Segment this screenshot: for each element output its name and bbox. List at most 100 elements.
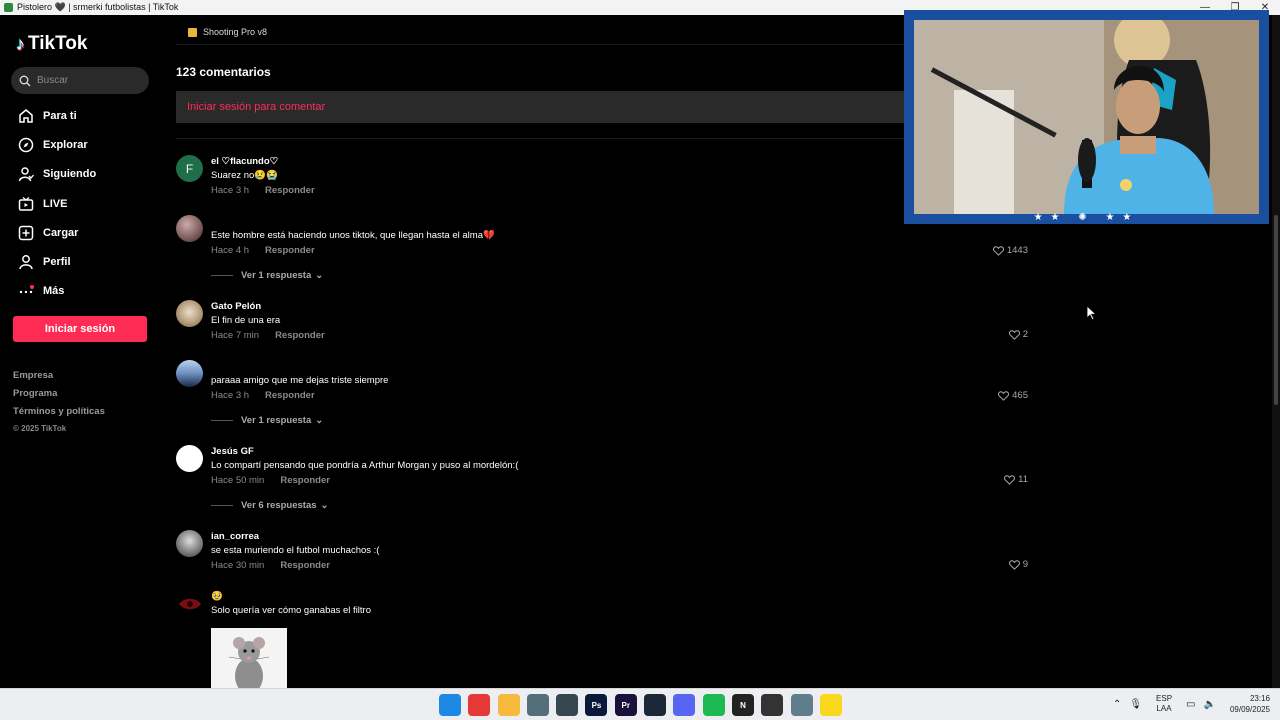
sticky-notes-icon[interactable]: [819, 694, 842, 716]
gallery-icon[interactable]: [526, 694, 549, 716]
notion-icon[interactable]: N: [731, 694, 754, 716]
view-replies-button[interactable]: Ver 6 respuestas ⌄: [211, 500, 329, 511]
divider: [211, 420, 233, 421]
heart-icon: [992, 245, 1004, 256]
chrome-icon[interactable]: [468, 694, 491, 716]
sidebar-item-siguiendo[interactable]: Siguiendo: [0, 160, 165, 189]
sidebar-item-label: Perfil: [43, 256, 71, 269]
heart-icon: [1008, 329, 1020, 340]
system-tray: ⌃ 🎙 ESP LAA ▭ 🔈 23:16 09/09/2025: [1109, 693, 1270, 715]
like-button[interactable]: 1443: [992, 245, 1028, 256]
window-title: Pistolero 🖤 | srmerki futbolistas | TikT…: [17, 2, 179, 12]
search-input[interactable]: [37, 75, 137, 86]
steelseries-icon[interactable]: [761, 694, 784, 716]
login-to-comment-label: Iniciar sesión para comentar: [187, 101, 326, 113]
effect-icon: [188, 27, 197, 37]
live-icon: [17, 195, 34, 212]
sidebar-item-explorar[interactable]: Explorar: [0, 130, 165, 159]
sidebar-item-live[interactable]: LIVE: [0, 189, 165, 218]
like-button[interactable]: 465: [998, 390, 1028, 401]
effect-chip[interactable]: Shooting Pro v8: [188, 27, 267, 37]
avatar[interactable]: [176, 300, 203, 327]
language-indicator[interactable]: ESP LAA: [1156, 694, 1172, 714]
taskbar: Ps Pr N ⌃ 🎙 ESP LAA ▭ 🔈 23:16 09/09/2025: [0, 688, 1280, 720]
like-count: 2: [1022, 329, 1028, 340]
avatar[interactable]: F: [176, 155, 203, 182]
chevron-down-icon: ⌄: [320, 500, 329, 511]
comment-text: se esta muriendo el futbol muchachos :(: [211, 545, 380, 556]
avatar[interactable]: [176, 215, 203, 242]
display-icon[interactable]: ▭: [1186, 699, 1195, 710]
logo-text: TikTok: [28, 33, 88, 54]
like-button[interactable]: 2: [1008, 329, 1028, 340]
sidebar-item-perfil[interactable]: Perfil: [0, 247, 165, 276]
upload-icon: [17, 224, 34, 241]
search-box[interactable]: [11, 67, 149, 94]
avatar[interactable]: [176, 445, 203, 472]
steam-icon[interactable]: [644, 694, 667, 716]
sidebar-item-label: Más: [43, 285, 65, 298]
footer-link-empresa[interactable]: Empresa: [13, 370, 105, 388]
comment-username[interactable]: el ♡flacundo♡: [211, 155, 991, 169]
compass-icon: [17, 136, 34, 153]
effect-chip-label: Shooting Pro v8: [203, 27, 268, 37]
avatar[interactable]: [176, 360, 203, 387]
obs-icon[interactable]: [556, 694, 579, 716]
reply-button[interactable]: Responder: [280, 559, 330, 573]
divider: [211, 505, 233, 506]
spotify-icon[interactable]: [702, 694, 725, 716]
like-count: 1443: [1006, 245, 1028, 256]
comment-time: Hace 4 h: [211, 245, 250, 256]
like-count: 11: [1018, 474, 1028, 485]
reply-button[interactable]: Responder: [275, 329, 325, 343]
avatar[interactable]: [176, 530, 203, 557]
folder-icon[interactable]: [497, 694, 520, 716]
sidebar-item-label: Para ti: [43, 109, 77, 122]
sidebar-item-cargar[interactable]: Cargar: [0, 218, 165, 247]
login-button[interactable]: Iniciar sesión: [13, 316, 147, 342]
divider: [211, 275, 233, 276]
chevron-up-icon[interactable]: ⌃: [1113, 699, 1121, 710]
like-button[interactable]: 9: [1008, 559, 1028, 570]
photoshop-icon[interactable]: Ps: [585, 694, 608, 716]
comment-username[interactable]: Gato Pelón: [211, 300, 991, 314]
comment-time: Hace 3 h: [211, 390, 250, 401]
comment-username[interactable]: ian_correa: [211, 530, 991, 544]
discord-icon[interactable]: [673, 694, 696, 716]
comment-count: 123 comentarios: [176, 65, 271, 79]
mouse-cursor-icon: [1086, 305, 1098, 326]
comment-username[interactable]: 🥹: [211, 590, 991, 604]
login-to-comment-bar[interactable]: Iniciar sesión para comentar: [176, 91, 906, 123]
view-replies-button[interactable]: Ver 1 respuesta ⌄: [211, 415, 323, 426]
reply-button[interactable]: Responder: [265, 184, 315, 198]
microphone-icon[interactable]: 🎙: [1129, 699, 1142, 710]
effect-chip-row: Shooting Pro v8: [176, 15, 904, 45]
app-icon: [4, 3, 13, 12]
comment-username[interactable]: Jesús GF: [211, 445, 991, 459]
page-scrollbar[interactable]: [1272, 15, 1280, 688]
avatar[interactable]: [176, 590, 203, 617]
reply-button[interactable]: Responder: [265, 244, 315, 258]
clock[interactable]: 23:16 09/09/2025: [1230, 693, 1270, 715]
avatar-initial: F: [185, 161, 194, 176]
view-replies-button[interactable]: Ver 1 respuesta ⌄: [211, 270, 323, 281]
sidebar-item-mas[interactable]: Más: [0, 277, 165, 306]
sidebar-item-para-ti[interactable]: Para ti: [0, 101, 165, 130]
heart-icon: [1008, 559, 1020, 570]
footer-link-programa[interactable]: Programa: [13, 388, 105, 406]
settings-icon[interactable]: [790, 694, 813, 716]
volume-icon[interactable]: 🔈: [1204, 699, 1216, 710]
reply-button[interactable]: Responder: [280, 474, 330, 488]
windows-start-icon[interactable]: [439, 694, 461, 716]
like-count: 9: [1022, 559, 1028, 570]
sidebar-nav: Para ti Explorar Siguiendo LIVE Cargar P…: [0, 101, 165, 306]
sidebar-item-label: LIVE: [43, 197, 68, 210]
premiere-icon[interactable]: Pr: [614, 694, 637, 716]
tiktok-logo[interactable]: ♪ TikTok: [16, 33, 87, 55]
divider: [176, 138, 906, 139]
reply-button[interactable]: Responder: [265, 389, 315, 403]
webcam-feed: [914, 20, 1259, 214]
footer-link-terminos[interactable]: Términos y políticas: [13, 406, 105, 424]
like-button[interactable]: 11: [1004, 474, 1028, 485]
scrollbar-thumb[interactable]: [1274, 215, 1278, 405]
